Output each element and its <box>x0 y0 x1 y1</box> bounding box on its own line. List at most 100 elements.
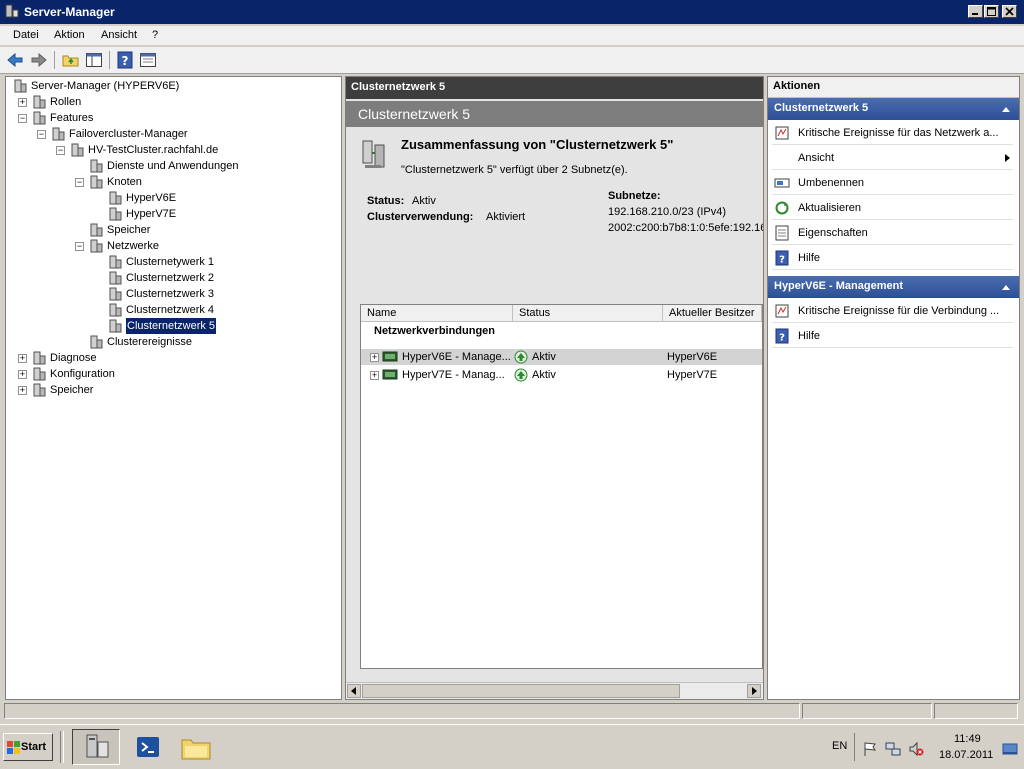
network-adapter-icon <box>382 351 398 362</box>
tree-item[interactable]: Clusternetzwerk 5 <box>6 317 336 335</box>
menu-aktion[interactable]: Aktion <box>54 29 85 41</box>
window-title: Server-Manager <box>24 5 115 19</box>
action-center-flag-icon[interactable] <box>862 741 878 757</box>
tree-expander[interactable]: + <box>18 369 27 379</box>
tree-item[interactable]: Clusternetzwerk 4 <box>6 302 336 318</box>
tree-item[interactable]: Server-Manager (HYPERV6E) <box>6 78 336 94</box>
usage-value: Aktiviert <box>486 211 526 223</box>
server-manager-icon <box>86 734 109 758</box>
column-header-status[interactable]: Status <box>513 305 663 322</box>
action-item[interactable]: Eigenschaften <box>768 221 1019 245</box>
tree-expander[interactable]: + <box>18 385 27 395</box>
tree-item[interactable]: − Netzwerke <box>6 238 336 254</box>
menu-datei[interactable]: Datei <box>13 29 39 41</box>
help-icon[interactable]: ? <box>116 51 134 69</box>
network-adapter-icon <box>382 369 398 380</box>
taskbar-powershell[interactable] <box>124 729 172 765</box>
start-button[interactable]: Start <box>3 733 53 761</box>
tree-item[interactable]: − Features <box>6 110 336 126</box>
menu-help[interactable]: ? <box>152 29 158 41</box>
tree-expander[interactable]: − <box>75 177 84 187</box>
tree-item[interactable]: Clusterereignisse <box>6 334 336 350</box>
up-folder-icon[interactable] <box>62 51 80 69</box>
tree-item[interactable]: + Diagnose <box>6 350 336 366</box>
tree-item[interactable]: + Konfiguration <box>6 366 336 382</box>
scroll-thumb[interactable] <box>362 684 680 698</box>
action-item[interactable]: ? Hilfe <box>768 246 1019 270</box>
usage-label: Clusterverwendung: <box>367 211 474 223</box>
tree-item[interactable]: Speicher <box>6 222 336 238</box>
tree-expander[interactable]: − <box>56 145 65 155</box>
expand-row-toggle[interactable]: + <box>370 352 379 362</box>
svg-text:?: ? <box>779 333 785 344</box>
action-item-label: Hilfe <box>798 330 821 342</box>
tree-expander[interactable]: + <box>18 97 27 107</box>
taskbar-explorer[interactable] <box>172 729 220 765</box>
tree-item-label: Clusterereignisse <box>107 336 192 348</box>
scroll-left-button[interactable] <box>347 684 361 698</box>
tree-expander[interactable]: + <box>18 353 27 363</box>
tree-expander[interactable]: − <box>18 113 27 123</box>
close-button[interactable] <box>1002 5 1017 18</box>
show-hide-tree-icon[interactable] <box>85 51 103 69</box>
horizontal-scrollbar[interactable] <box>346 682 763 699</box>
windows-logo-icon <box>7 741 20 754</box>
network-tray-icon[interactable] <box>885 741 901 757</box>
tree-expander[interactable]: − <box>37 129 46 139</box>
language-indicator[interactable]: EN <box>832 740 847 752</box>
cluster-network-icon <box>362 140 385 168</box>
actions-title: Aktionen <box>773 80 821 92</box>
tree-item[interactable]: + Rollen <box>6 94 336 110</box>
clock-date[interactable]: 18.07.2011 <box>939 749 993 761</box>
action-item[interactable]: Aktualisieren <box>768 196 1019 220</box>
tree-item[interactable]: Clusternetywerk 1 <box>6 254 336 270</box>
taskbar-server-manager[interactable] <box>72 729 120 765</box>
network-icon <box>109 319 122 333</box>
expand-row-toggle[interactable]: + <box>370 370 379 380</box>
failover-cluster-icon <box>52 127 65 141</box>
actions-section-connection[interactable]: HyperV6E - Management <box>768 276 1019 298</box>
action-item[interactable]: ? Hilfe <box>768 324 1019 348</box>
tree-item[interactable]: − HV-TestCluster.rachfahl.de <box>6 142 336 158</box>
actions-section-cluster-network[interactable]: Clusternetzwerk 5 <box>768 98 1019 120</box>
scroll-right-button[interactable] <box>747 684 761 698</box>
action-item[interactable]: Kritische Ereignisse für die Verbindung … <box>768 299 1019 323</box>
column-header-owner[interactable]: Aktueller Besitzer <box>663 305 762 322</box>
tree-item[interactable]: − Knoten <box>6 174 336 190</box>
properties-icon[interactable] <box>139 51 157 69</box>
clock-time[interactable]: 11:49 <box>954 733 981 745</box>
tree-item[interactable]: − Failovercluster-Manager <box>6 126 336 142</box>
action-item-label: Aktualisieren <box>798 202 861 214</box>
show-desktop-icon[interactable] <box>1002 741 1018 757</box>
details-pane: Clusternetzwerk 5 Clusternetzwerk 5 Zusa… <box>345 76 764 700</box>
tree-item[interactable]: HyperV6E <box>6 190 336 206</box>
maximize-button[interactable] <box>984 5 999 18</box>
back-icon[interactable] <box>6 51 24 69</box>
refresh-icon <box>775 201 789 215</box>
tree-item[interactable]: HyperV7E <box>6 206 336 222</box>
toolbar-separator <box>54 51 55 69</box>
column-header-name[interactable]: Name <box>361 305 513 322</box>
arrow-left-icon <box>351 687 356 695</box>
table-row[interactable]: + HyperV7E - Manag... Aktiv HyperV7E <box>361 367 762 383</box>
tree-item[interactable]: Dienste und Anwendungen <box>6 158 336 174</box>
table-row[interactable]: + HyperV6E - Manage... Aktiv HyperV6E <box>361 349 762 365</box>
svg-text:?: ? <box>122 54 129 68</box>
tree-item[interactable]: Clusternetzwerk 3 <box>6 286 336 302</box>
tray-separator <box>854 733 855 761</box>
menu-ansicht[interactable]: Ansicht <box>101 29 137 41</box>
tree-item[interactable]: Clusternetzwerk 2 <box>6 270 336 286</box>
tree-expander[interactable]: − <box>75 241 84 251</box>
tree-item[interactable]: + Speicher <box>6 382 336 398</box>
minimize-button[interactable] <box>968 5 983 18</box>
action-item[interactable]: Ansicht <box>768 146 1019 170</box>
close-icon <box>1005 7 1014 16</box>
storage-icon <box>90 223 103 237</box>
action-item[interactable]: Umbenennen <box>768 171 1019 195</box>
action-item[interactable]: Kritische Ereignisse für das Netzwerk a.… <box>768 121 1019 145</box>
action-item-label: Ansicht <box>798 152 835 164</box>
forward-icon[interactable] <box>30 51 48 69</box>
volume-muted-icon[interactable] <box>908 741 924 757</box>
server-node-icon <box>109 191 122 205</box>
tree-item-label: Clusternetywerk 1 <box>126 256 215 268</box>
